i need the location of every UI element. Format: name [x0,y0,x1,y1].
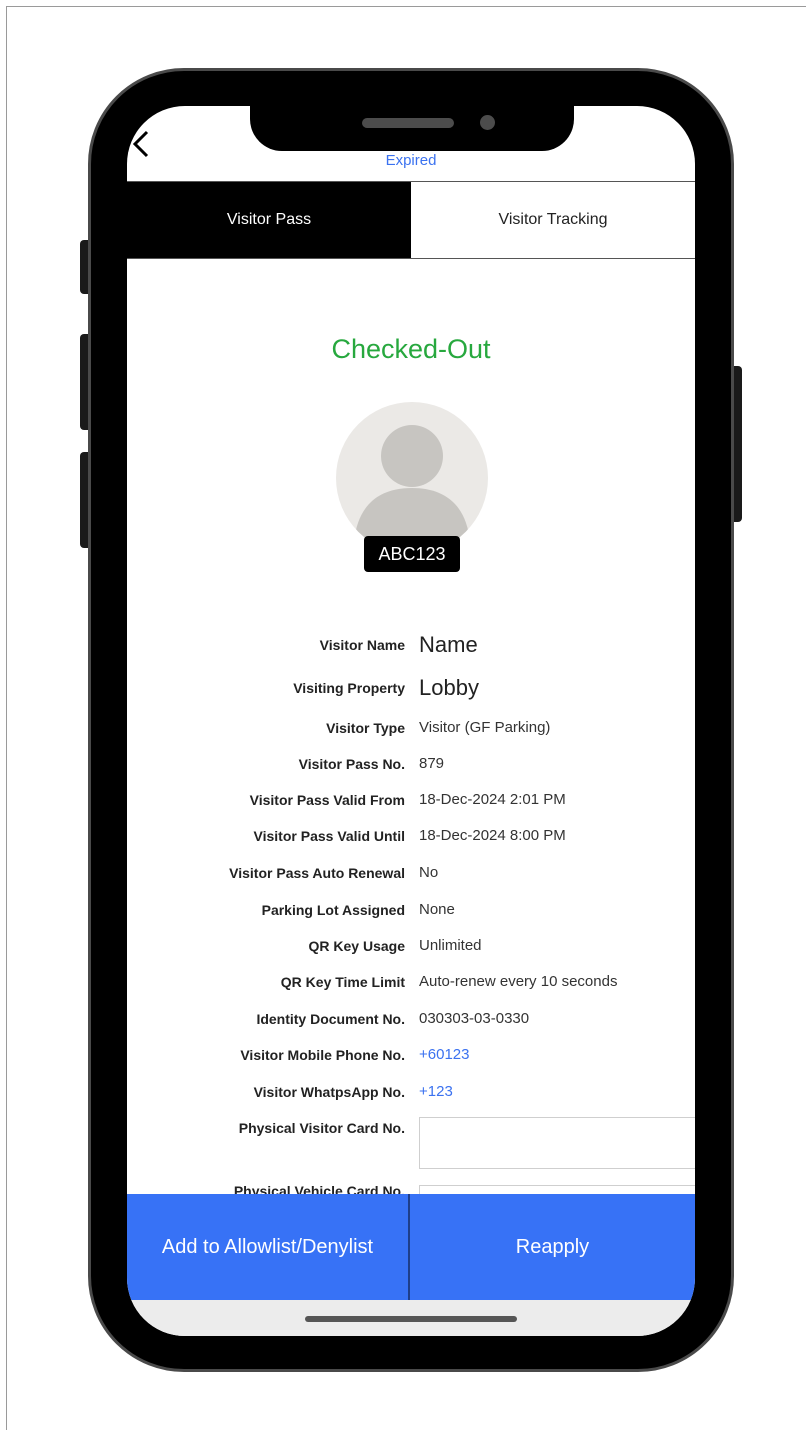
detail-label: Physical Vehicle Card No. [233,1183,405,1196]
detail-row-valid-until: Visitor Pass Valid Until 18-Dec-2024 8:0… [127,821,695,851]
detail-row-parking-lot: Parking Lot Assigned None [127,895,695,925]
detail-row-visitor-type: Visitor Type Visitor (GF Parking) [127,713,695,743]
detail-label: Visiting Property [293,680,405,696]
detail-label: Visitor Pass Auto Renewal [229,865,405,881]
detail-value: No [419,864,439,881]
detail-row-visitor-name: Visitor Name Name [127,630,695,660]
detail-label: Visitor Pass Valid From [249,792,405,808]
detail-label: Visitor Pass No. [298,756,405,772]
visitor-details: Visitor Name Name Visiting Property Lobb… [127,626,695,1196]
speaker-grille [362,118,454,128]
detail-row-auto-renewal: Visitor Pass Auto Renewal No [127,858,695,888]
detail-value: 879 [419,755,445,772]
add-to-allowlist-button[interactable]: Add to Allowlist/Denylist [127,1194,410,1300]
detail-value: None [419,901,455,918]
detail-label: Parking Lot Assigned [261,902,405,918]
phone-notch [250,96,574,151]
detail-value: Lobby [419,675,479,700]
detail-row-visiting-property: Visiting Property Lobby [127,673,695,703]
detail-row-valid-from: Visitor Pass Valid From 18-Dec-2024 2:01… [127,785,695,815]
detail-label: Visitor Pass Valid Until [253,828,405,844]
detail-row-identity-doc: Identity Document No. 030303-03-0330 [127,1004,695,1034]
detail-value: 18-Dec-2024 8:00 PM [419,827,566,844]
home-indicator[interactable] [305,1316,517,1322]
detail-row-qr-usage: QR Key Usage Unlimited [127,931,695,961]
detail-row-qr-time-limit: QR Key Time Limit Auto-renew every 10 se… [127,967,695,997]
detail-value: Name [419,632,478,657]
physical-visitor-card-input[interactable] [419,1117,695,1169]
detail-label: Visitor Type [326,720,405,736]
detail-label: Physical Visitor Card No. [238,1120,405,1136]
detail-value: Auto-renew every 10 seconds [419,973,618,990]
reapply-button[interactable]: Reapply [410,1194,695,1300]
detail-value: 030303-03-0330 [419,1010,530,1027]
detail-label: QR Key Usage [308,938,405,954]
checkout-status-title: Checked-Out [331,334,491,364]
home-indicator-area [127,1300,695,1336]
detail-value: 18-Dec-2024 2:01 PM [419,791,566,808]
detail-row-mobile-phone: Visitor Mobile Phone No. +60123 [127,1040,695,1070]
bottom-action-bar: Add to Allowlist/Denylist Reapply [127,1194,695,1300]
detail-label: Visitor WhatpsApp No. [253,1084,405,1100]
whatsapp-link[interactable]: +123 [419,1077,453,1107]
detail-row-whatsapp: Visitor WhatpsApp No. +123 [127,1077,695,1107]
detail-label: QR Key Time Limit [280,974,405,990]
tab-visitor-tracking[interactable]: Visitor Tracking [411,182,695,258]
tab-visitor-pass[interactable]: Visitor Pass [127,182,411,258]
tab-bar: Visitor Pass Visitor Tracking [127,181,695,259]
detail-label: Visitor Name [319,637,405,653]
user-avatar-icon [354,425,470,542]
detail-value: Unlimited [419,937,482,954]
user-avatar-icon [336,402,488,554]
vehicle-plate-badge: ABC123 [364,536,460,572]
phone-screen: Expired Visitor Pass Visitor Tracking Ch… [127,106,695,1336]
detail-label: Identity Document No. [256,1011,405,1027]
detail-row-pass-no: Visitor Pass No. 879 [127,749,695,779]
front-camera [480,115,495,130]
detail-value: Visitor (GF Parking) [419,719,551,736]
pass-expiry-status: Expired [385,152,437,169]
detail-label: Visitor Mobile Phone No. [240,1047,405,1063]
mobile-phone-link[interactable]: +60123 [419,1040,469,1070]
